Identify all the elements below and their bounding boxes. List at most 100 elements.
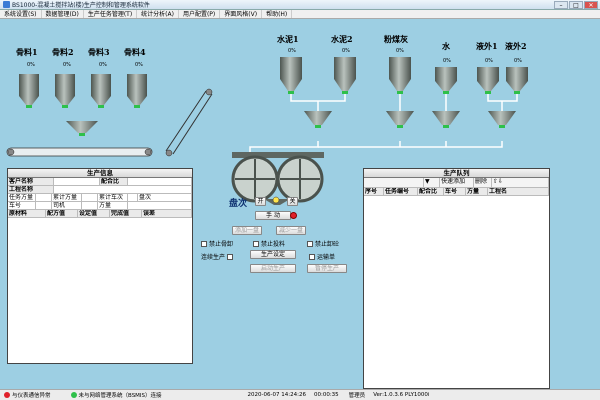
stop-discharge-checkbox[interactable]: 禁止卸砼: [307, 239, 339, 248]
driver-label: 司机: [52, 202, 82, 209]
vehicle-value: [36, 202, 52, 209]
silo-label-flyash: 粉煤灰: [384, 34, 408, 44]
production-setting-button[interactable]: 生产设定: [250, 250, 296, 259]
gate-close-button[interactable]: 关: [287, 197, 298, 206]
queue-col-index: 序号: [364, 188, 384, 195]
maximize-button[interactable]: □: [569, 1, 583, 9]
col-set: 设定值: [78, 210, 110, 217]
col-done: 完成值: [110, 210, 142, 217]
silo-pct-cement-1: 0%: [288, 48, 296, 54]
minimize-button[interactable]: –: [554, 1, 568, 9]
aggregate-hopper-4[interactable]: [127, 74, 147, 108]
queue-tools[interactable]: ⇧⇩: [492, 178, 549, 187]
aggregate-hopper-1[interactable]: [19, 74, 39, 108]
production-queue-panel: 生产队列 ▼ 快速添加 删除 ⇧⇩ 序号 任务编号 配合比 车号 方量 工程名: [363, 168, 550, 389]
silo-label-water: 水: [442, 41, 450, 51]
menu-help[interactable]: 帮助(H): [262, 10, 293, 18]
col-material: 原材料: [8, 210, 46, 217]
flat-conveyor-belt: [6, 147, 153, 157]
col-error: 误差: [142, 210, 192, 217]
stop-powder-checkbox[interactable]: 禁止投料: [253, 239, 285, 248]
reduce-batch-button[interactable]: 减少一盘: [276, 226, 306, 235]
tank-additive-1[interactable]: [477, 67, 499, 94]
close-button[interactable]: ✕: [584, 1, 598, 9]
silo-flyash[interactable]: [389, 57, 411, 94]
weigh-hopper-flyash[interactable]: [386, 111, 414, 128]
quick-add-button[interactable]: 快速添加: [440, 178, 474, 187]
queue-col-vehicle: 车号: [444, 188, 466, 195]
aggregate-pct-1: 0%: [27, 62, 35, 68]
pause-production-button[interactable]: 暂停生产: [307, 264, 347, 273]
task-qty-value: [36, 194, 52, 201]
weigh-hopper-additive[interactable]: [488, 111, 516, 128]
silo-label-cement-1: 水泥1: [277, 34, 299, 44]
project-label: 工程名称: [8, 186, 54, 193]
qty-label: 方量: [98, 202, 128, 209]
plant-workspace: 骨料1 骨料2 骨料3 骨料4 0% 0% 0% 0% 水泥1 水泥2 粉煤灰 …: [0, 19, 600, 389]
datetime-text: 2020-06-07 14:24:26: [247, 392, 306, 398]
production-info-panel: 生产信息 客户名称 配合比 工程名称 任务方量 累计方量 累计车次 盘次 车号 司机 方量 …: [7, 168, 193, 364]
menu-style[interactable]: 界面风格(V): [220, 10, 263, 18]
silo-pct-additive-1: 0%: [485, 58, 493, 64]
status-bar: 与仪表通信异常 未与网络管理系统（BSMIS）连接 2020-06-07 14:…: [0, 389, 600, 400]
menu-user[interactable]: 用户配置(P): [179, 10, 221, 18]
menu-data[interactable]: 数据管理(D): [42, 10, 84, 18]
production-info-title: 生产信息: [8, 169, 192, 178]
weigh-hopper-water[interactable]: [432, 111, 460, 128]
add-batch-button[interactable]: 添加一盘: [232, 226, 262, 235]
tank-additive-2[interactable]: [506, 67, 528, 94]
queue-filter-select[interactable]: [364, 178, 424, 187]
task-qty-label: 任务方量: [8, 194, 36, 201]
aggregate-weigh-hopper[interactable]: [66, 121, 98, 136]
user-text: 管理员: [348, 393, 366, 399]
menu-task[interactable]: 生产任务管理(T): [84, 10, 138, 18]
start-production-button[interactable]: 启动生产: [250, 264, 296, 273]
silo-label-additive-1: 液外1: [476, 41, 498, 51]
silo-cement-2[interactable]: [334, 57, 356, 94]
silo-pct-water: 0%: [443, 58, 451, 64]
aggregate-hopper-3[interactable]: [91, 74, 111, 108]
queue-col-task-id: 任务编号: [384, 188, 418, 195]
instrument-status-icon: [4, 392, 10, 398]
timer-text: 00:00:35: [313, 392, 339, 398]
aggregate-pct-4: 0%: [135, 62, 143, 68]
title-bar: BS1000-混凝土搅拌站(楼)生产控制和管理系统软件 – □ ✕: [0, 0, 600, 10]
menu-bar: 系统设置(S) 数据管理(D) 生产任务管理(T) 统计分析(A) 用户配置(P…: [0, 10, 600, 19]
aggregate-label-4: 骨料4: [124, 47, 146, 57]
delete-button[interactable]: 删除: [474, 178, 492, 187]
transport-order-checkbox[interactable]: 运输单: [309, 252, 335, 261]
incline-conveyor-belt: [165, 88, 213, 157]
gate-open-button[interactable]: 开: [255, 197, 266, 206]
aggregate-hopper-2[interactable]: [55, 74, 75, 108]
mixer[interactable]: [231, 152, 324, 203]
queue-col-qty: 方量: [466, 188, 488, 195]
continuous-production-checkbox[interactable]: 连续生产: [201, 252, 234, 261]
mix-label: 配合比: [100, 178, 128, 185]
queue-filter-dropdown[interactable]: ▼: [424, 178, 440, 187]
silo-pct-additive-2: 0%: [514, 58, 522, 64]
project-value: [54, 186, 192, 193]
silo-cement-1[interactable]: [280, 57, 302, 94]
mix-value: [128, 178, 192, 185]
silo-label-additive-2: 液外2: [505, 41, 527, 51]
version-text: Ver:1.0.3.6 PLY1000i: [373, 392, 430, 398]
silo-pct-flyash: 0%: [396, 48, 404, 54]
network-status-text: 未与网络管理系统（BSMIS）连接: [78, 393, 162, 399]
manual-mode-button[interactable]: 手 动: [255, 211, 291, 220]
cum-trucks-label: 累计车次: [98, 194, 128, 201]
stop-aggregate-checkbox[interactable]: 禁止骨卸: [201, 239, 233, 248]
network-status-icon: [70, 392, 77, 398]
qty-value: [128, 202, 192, 209]
aggregate-label-2: 骨料2: [52, 47, 74, 57]
silo-pct-cement-2: 0%: [342, 48, 350, 54]
batch-label: 盘次: [138, 194, 192, 201]
tank-water[interactable]: [435, 67, 457, 94]
menu-stats[interactable]: 统计分析(A): [137, 10, 179, 18]
col-recipe: 配方值: [46, 210, 78, 217]
queue-col-project: 工程名: [488, 188, 549, 195]
weigh-hopper-cement[interactable]: [304, 111, 332, 128]
aggregate-label-3: 骨料3: [88, 47, 110, 57]
window-title: BS1000-混凝土搅拌站(楼)生产控制和管理系统软件: [12, 2, 150, 9]
menu-system[interactable]: 系统设置(S): [0, 10, 42, 18]
cum-qty-label: 累计方量: [52, 194, 82, 201]
